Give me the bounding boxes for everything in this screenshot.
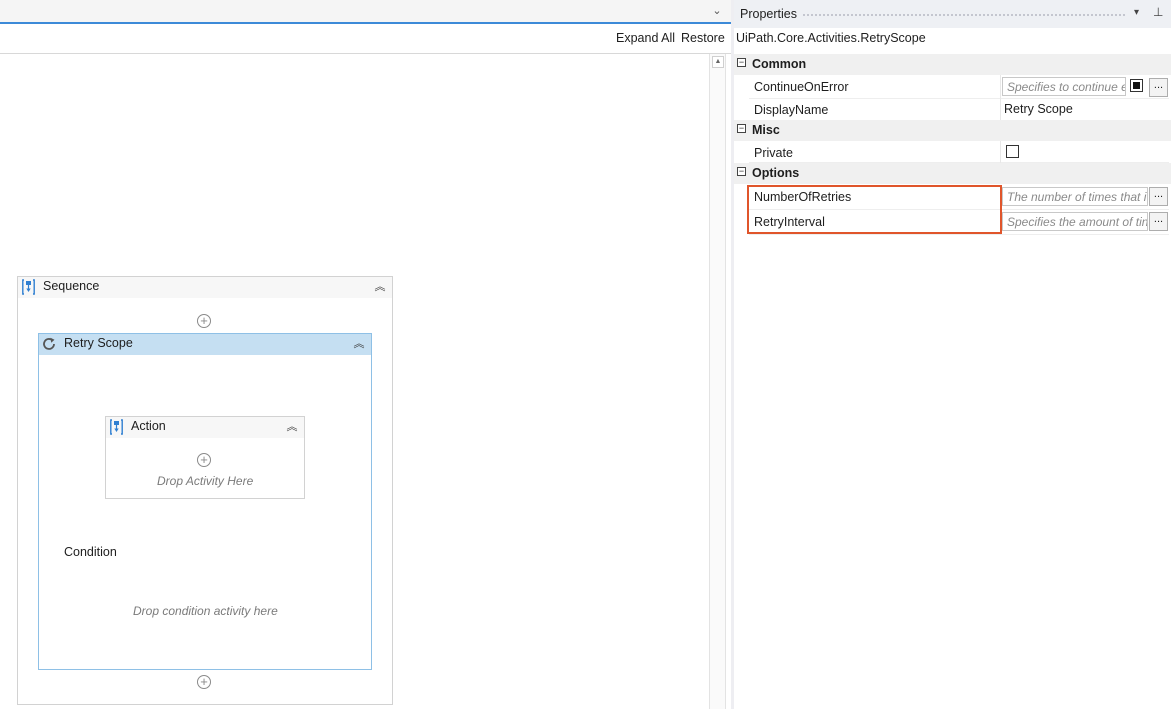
sequence-activity[interactable]: Sequence ︽ + Retry Scope ︽ Action ︽ + Dr… [17, 276, 393, 705]
collapse-toggle-icon[interactable]: − [737, 167, 746, 176]
properties-title: Properties [740, 7, 797, 21]
property-row-private: Private [749, 141, 1169, 163]
property-name: Private [754, 146, 793, 160]
expand-all-button[interactable]: Expand All [616, 31, 675, 45]
action-activity[interactable]: Action ︽ + Drop Activity Here [105, 416, 305, 499]
sequence-header[interactable]: Sequence ︽ [18, 277, 392, 298]
property-row-retryinterval: RetryInterval Specifies the amount of ti… [749, 210, 1169, 235]
retry-scope-title: Retry Scope [64, 336, 133, 350]
chevron-down-icon[interactable]: ▾ [1134, 7, 1139, 18]
property-row-continueonerror: ContinueOnError Specifies to continue e … [749, 75, 1169, 99]
double-chevron-up-icon[interactable]: ︽ [352, 337, 366, 351]
column-divider [1000, 99, 1001, 121]
retry-scope-activity[interactable]: Retry Scope ︽ Action ︽ + Drop Activity H… [38, 333, 372, 670]
column-divider [1000, 75, 1001, 99]
action-title: Action [131, 419, 166, 433]
numberofretries-ellipsis-button[interactable]: ... [1149, 187, 1168, 206]
title-bar-grip [802, 13, 1127, 17]
property-name: NumberOfRetries [754, 190, 852, 204]
plus-circle-icon[interactable]: + [197, 675, 211, 689]
category-common[interactable]: − Common [734, 54, 1171, 75]
retryinterval-ellipsis-button[interactable]: ... [1149, 212, 1168, 231]
sequence-icon [110, 419, 123, 435]
property-row-numberofretries: NumberOfRetries The number of times that… [749, 185, 1169, 210]
condition-drop-hint[interactable]: Drop condition activity here [133, 604, 278, 618]
plus-circle-icon[interactable]: + [197, 453, 211, 467]
chevron-down-icon[interactable]: ⌄ [709, 3, 725, 19]
property-name: ContinueOnError [754, 80, 849, 94]
collapse-toggle-icon[interactable]: − [737, 124, 746, 133]
document-tab-strip: ⌄ [0, 0, 731, 24]
properties-panel: Properties ▾ ⊥ UiPath.Core.Activities.Re… [734, 0, 1171, 709]
designer-vertical-scrollbar[interactable]: ▲ [709, 54, 726, 709]
designer-toolbar: Expand All Restore [0, 24, 731, 54]
double-chevron-up-icon[interactable]: ︽ [373, 280, 387, 294]
column-divider [1000, 141, 1001, 163]
category-misc[interactable]: − Misc [734, 120, 1171, 141]
property-name: DisplayName [754, 103, 829, 117]
workflow-designer: ⌄ Expand All Restore ▲ Sequence ︽ + Retr… [0, 0, 731, 709]
retry-scope-header[interactable]: Retry Scope ︽ [39, 334, 371, 355]
scroll-up-arrow-icon[interactable]: ▲ [712, 56, 724, 68]
sequence-icon [22, 279, 35, 295]
numberofretries-input[interactable]: The number of times that i [1002, 187, 1148, 206]
action-drop-hint[interactable]: Drop Activity Here [157, 474, 253, 488]
private-checkbox[interactable] [1006, 145, 1019, 158]
continueonerror-input[interactable]: Specifies to continue e [1002, 77, 1126, 96]
column-divider [1000, 185, 1001, 210]
displayname-value[interactable]: Retry Scope [1004, 102, 1073, 116]
category-label: Common [752, 57, 807, 71]
sequence-title: Sequence [43, 279, 100, 293]
property-row-displayname: DisplayName Retry Scope [749, 99, 1169, 121]
double-chevron-up-icon[interactable]: ︽ [285, 420, 299, 434]
column-divider [1000, 210, 1001, 235]
condition-label: Condition [64, 545, 117, 559]
property-name: RetryInterval [754, 215, 825, 229]
retry-icon [43, 337, 55, 350]
retryinterval-input[interactable]: Specifies the amount of tin [1002, 212, 1148, 231]
category-options[interactable]: − Options [734, 163, 1171, 184]
plus-circle-icon[interactable]: + [197, 314, 211, 328]
continueonerror-ellipsis-button[interactable]: ... [1149, 78, 1168, 97]
collapse-toggle-icon[interactable]: − [737, 58, 746, 67]
restore-button[interactable]: Restore [681, 31, 725, 45]
properties-title-bar: Properties ▾ ⊥ [734, 0, 1171, 28]
category-label: Options [752, 166, 800, 180]
activity-type-name: UiPath.Core.Activities.RetryScope [736, 31, 926, 45]
binding-indicator-icon[interactable] [1130, 79, 1143, 92]
pin-icon[interactable]: ⊥ [1153, 5, 1163, 19]
action-header[interactable]: Action ︽ [106, 417, 304, 438]
category-label: Misc [752, 123, 780, 137]
